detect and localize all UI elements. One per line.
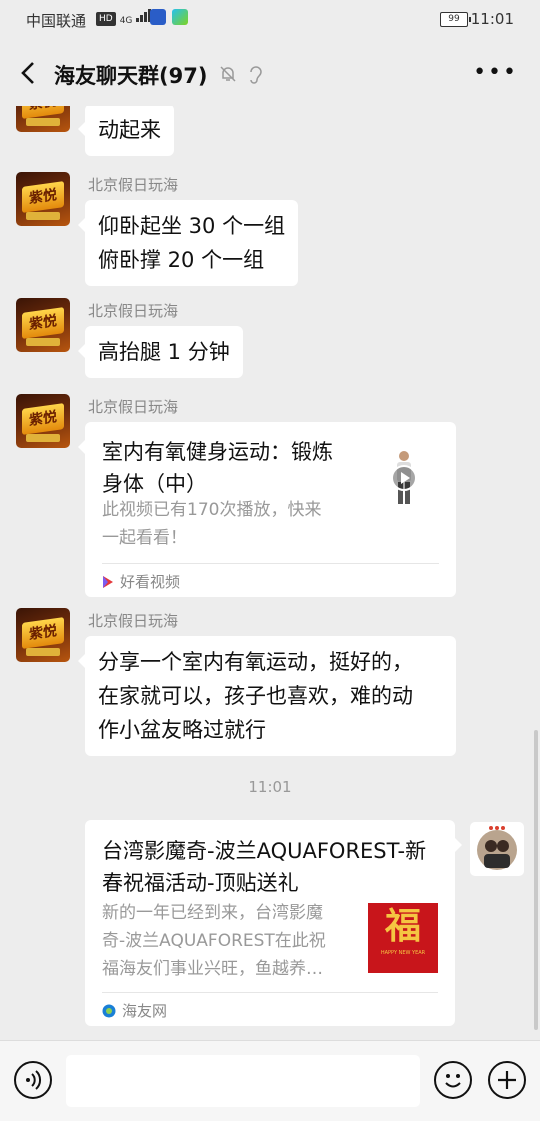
- haokan-icon: [103, 575, 113, 588]
- input-bar: [0, 1040, 540, 1121]
- video-link-card[interactable]: 室内有氧健身运动：锻炼 身体（中） 此视频已有170次播放，快来 一起看看！ 好…: [78, 422, 456, 597]
- notification-icons: [150, 9, 188, 25]
- carrier-label: 中国联通: [26, 12, 87, 30]
- avatar-logo: 紫悦: [22, 403, 64, 435]
- message-text-line: 作小盆友略过就行: [98, 718, 266, 742]
- emoji-icon[interactable]: [434, 1061, 472, 1099]
- message-text: 动起来: [98, 118, 161, 142]
- chat-title: 海友聊天群(97): [54, 64, 208, 88]
- ear-icon: [250, 66, 262, 84]
- hd-badge: HD: [96, 12, 116, 26]
- message-text-line: 仰卧起坐 30 个一组: [98, 214, 286, 238]
- message-input[interactable]: [66, 1055, 420, 1107]
- card-source: 海友网: [102, 1000, 167, 1021]
- app-notification-icon: [172, 9, 188, 25]
- app-notification-icon: [150, 9, 166, 25]
- avatar[interactable]: 紫悦: [16, 298, 70, 352]
- time-divider: 11:01: [248, 778, 292, 796]
- avatar-logo: 紫悦: [22, 617, 64, 649]
- sender-name: 北京假日玩海: [88, 176, 179, 194]
- avatar-logo: 紫悦: [22, 181, 64, 213]
- message-text: 高抬腿 1 分钟: [98, 340, 230, 364]
- sender-name: 北京假日玩海: [88, 398, 179, 416]
- mute-bell-icon: [220, 66, 236, 82]
- message-bubble[interactable]: 分享一个室内有氧运动，挺好的， 在家就可以，孩子也喜欢，难的动 作小盆友略过就行: [78, 636, 456, 756]
- card-description: 新的一年已经到来，台湾影魔 奇-波兰AQUAFOREST在此祝 福海友们事业兴旺…: [102, 903, 326, 979]
- signal-indicator: HD 4G: [96, 8, 152, 26]
- play-icon: [391, 465, 417, 491]
- card-divider: [102, 992, 438, 993]
- avatar[interactable]: 紫悦: [16, 394, 70, 448]
- status-time: 11:01: [470, 10, 514, 28]
- card-source: 好看视频: [102, 571, 180, 592]
- card-description: 此视频已有170次播放，快来 一起看看！: [102, 500, 322, 548]
- message-text-line: 俯卧撑 20 个一组: [98, 248, 265, 272]
- card-title: 室内有氧健身运动：锻炼 身体（中）: [102, 440, 333, 496]
- sender-name: 北京假日玩海: [88, 612, 179, 630]
- more-icon[interactable]: •••: [473, 62, 518, 84]
- status-bar: 中国联通 HD 4G 99 11:01: [0, 0, 540, 40]
- message-text-line: 在家就可以，孩子也喜欢，难的动: [98, 684, 413, 708]
- avatar-logo: 紫悦: [22, 106, 64, 119]
- card-thumbnail: 福 HAPPY NEW YEAR: [368, 903, 438, 973]
- back-icon[interactable]: [16, 58, 42, 88]
- message-bubble[interactable]: 高抬腿 1 分钟: [78, 326, 243, 378]
- voice-icon[interactable]: [14, 1061, 52, 1099]
- message-bubble[interactable]: 动起来: [78, 106, 174, 156]
- scrollbar[interactable]: [534, 730, 538, 1030]
- video-thumbnail: [383, 448, 425, 508]
- link-card[interactable]: 台湾影魔奇-波兰AQUAFOREST-新 春祝福活动-顶贴送礼 新的一年已经到来…: [85, 820, 462, 1026]
- network-type: 4G: [119, 16, 133, 26]
- avatar[interactable]: 紫悦: [16, 608, 70, 662]
- avatar[interactable]: 紫悦: [16, 172, 70, 226]
- avatar-logo: 紫悦: [22, 307, 64, 339]
- avatar[interactable]: 紫悦: [16, 106, 70, 132]
- chat-header: 海友聊天群(97) •••: [0, 40, 540, 106]
- sender-name: 北京假日玩海: [88, 302, 179, 320]
- message-text-line: 分享一个室内有氧运动，挺好的，: [98, 650, 413, 674]
- haiyou-icon: [102, 1004, 116, 1017]
- card-title: 台湾影魔奇-波兰AQUAFOREST-新 春祝福活动-顶贴送礼: [102, 839, 427, 895]
- plus-icon[interactable]: [488, 1061, 526, 1099]
- message-bubble[interactable]: 仰卧起坐 30 个一组 俯卧撑 20 个一组: [77, 200, 299, 286]
- card-divider: [102, 563, 439, 564]
- my-avatar[interactable]: [470, 822, 524, 876]
- chat-area[interactable]: 紫悦 动起来 紫悦 北京假日玩海 仰卧起坐 30 个一组 俯卧撑 20 个一组 …: [0, 106, 540, 1040]
- battery-icon: 99: [440, 12, 471, 27]
